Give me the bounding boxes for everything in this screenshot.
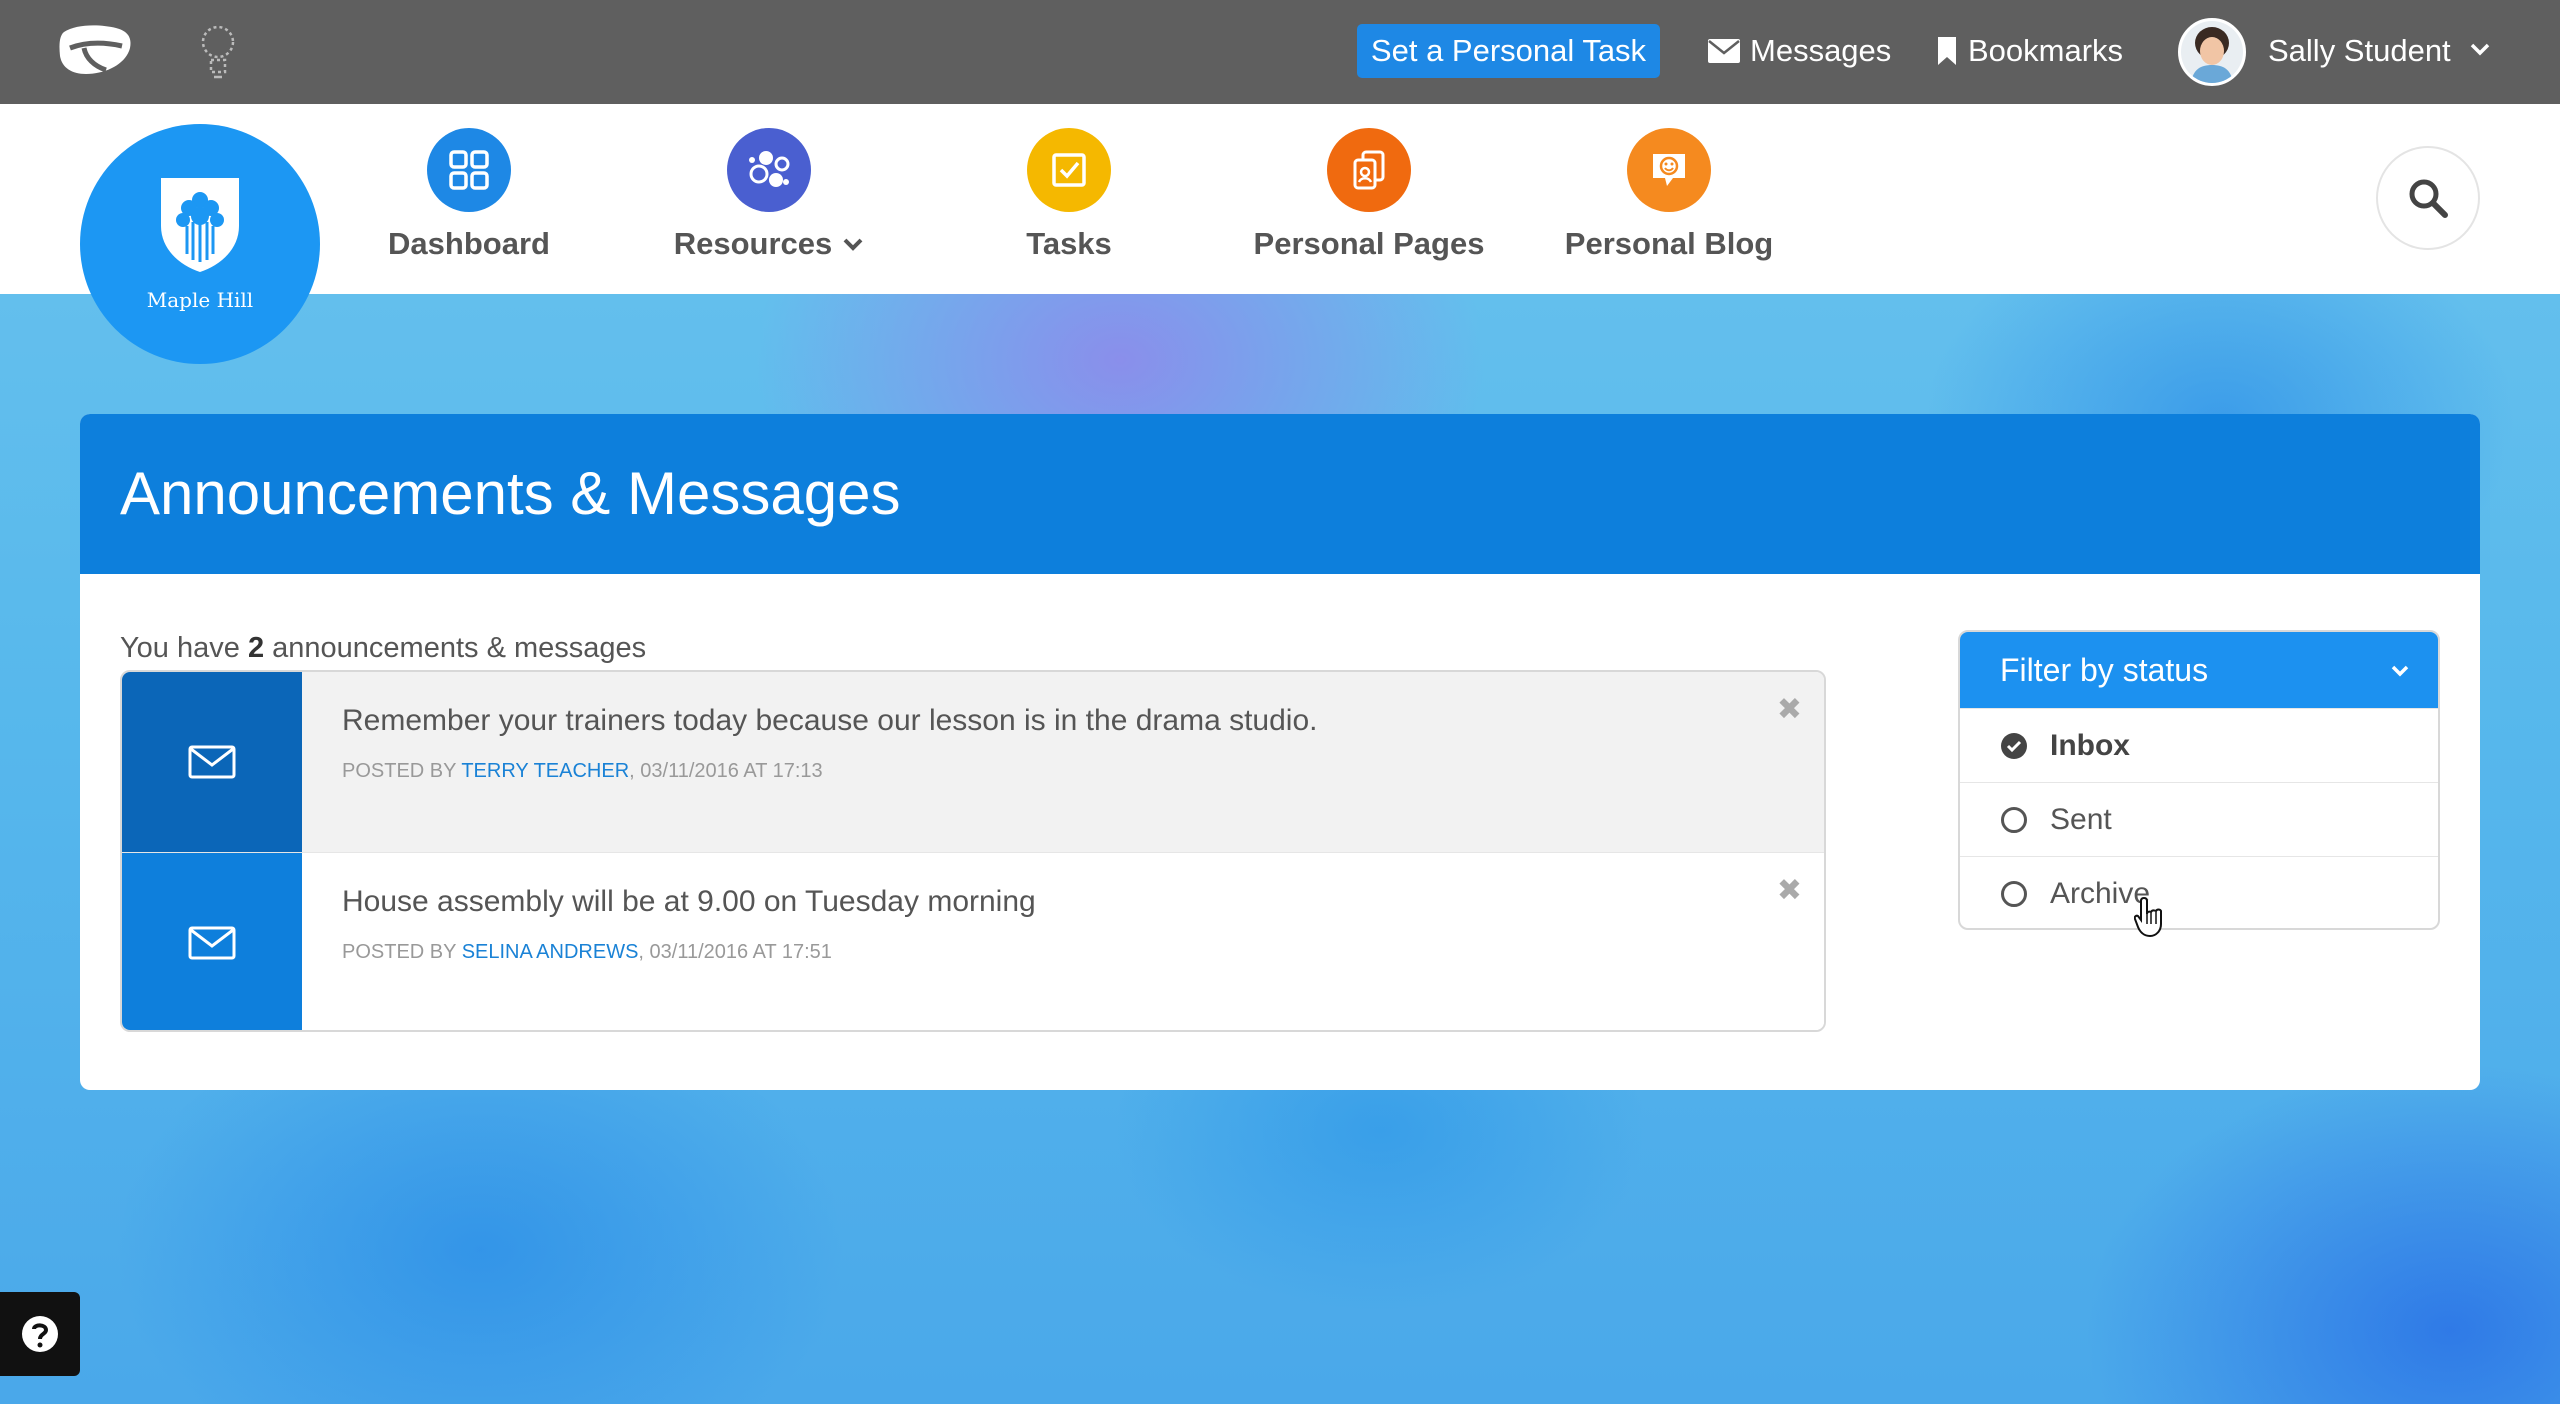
blog-icon: [1653, 154, 1685, 186]
filter-option-archive[interactable]: Archive: [1960, 856, 2438, 928]
bookmarks-label: Bookmarks: [1968, 33, 2124, 68]
nav-icon-circle: [1327, 128, 1411, 212]
nav-item-dashboard[interactable]: Dashboard: [319, 128, 619, 262]
nav-label: Personal Pages: [1253, 226, 1485, 261]
check-circle-icon: [2001, 732, 2027, 759]
set-personal-task-button[interactable]: Set a Personal Task: [1357, 24, 1660, 78]
chevron-down-icon: [843, 238, 863, 251]
filter-option-inbox[interactable]: Inbox: [1960, 708, 2438, 782]
messages-label: Messages: [1750, 33, 1892, 68]
message-date: , 03/11/2016 AT 17:51: [638, 941, 832, 963]
user-avatar-icon: [2181, 21, 2243, 83]
user-name[interactable]: Sally Student: [2268, 24, 2451, 78]
nav-item-tasks[interactable]: Tasks: [919, 128, 1219, 262]
nav-icon-circle: [427, 128, 511, 212]
envelope-icon: [1708, 39, 1740, 63]
chevron-down-icon[interactable]: [2470, 42, 2490, 56]
school-name: Maple Hill: [146, 288, 254, 312]
hand-cursor-icon: [2134, 896, 2162, 938]
avatar[interactable]: [2178, 18, 2246, 86]
nav-label: Tasks: [1026, 226, 1112, 261]
nav-label: Dashboard: [388, 226, 550, 261]
message-date: , 03/11/2016 AT 17:13: [629, 760, 823, 782]
message-icon-column: [122, 672, 302, 852]
nav-item-personal-blog[interactable]: Personal Blog: [1519, 128, 1819, 262]
pages-icon: [1353, 150, 1385, 190]
grid-icon: [449, 150, 489, 190]
message-list: Remember your trainers today because our…: [120, 670, 1826, 1032]
main-nav: Dashboard Resources Tasks Personal Pages…: [0, 104, 2560, 294]
list-item[interactable]: Remember your trainers today because our…: [122, 672, 1824, 852]
school-logo[interactable]: Maple Hill: [80, 124, 320, 364]
question-circle-icon: [22, 1316, 58, 1352]
message-title[interactable]: House assembly will be at 9.00 on Tuesda…: [342, 885, 1036, 919]
status-filter: Filter by status Inbox Sent Archive: [1958, 630, 2440, 930]
radio-empty-icon: [2001, 880, 2027, 907]
envelope-icon: [188, 926, 236, 959]
search-button[interactable]: [2376, 146, 2480, 250]
nav-icon-circle: [1627, 128, 1711, 212]
search-icon: [2409, 179, 2448, 218]
close-icon[interactable]: ✖: [1777, 692, 1802, 727]
message-meta: POSTED BY SELINA ANDREWS, 03/11/2016 AT …: [342, 941, 832, 964]
chevron-down-icon: [2391, 665, 2409, 677]
top-bar: Set a Personal Task Messages Bookmarks S…: [0, 0, 2560, 104]
checkbox-icon: [1052, 153, 1086, 187]
posted-by-label: POSTED BY: [342, 760, 457, 782]
bubbles-icon: [749, 151, 790, 187]
nav-icon-circle: [727, 128, 811, 212]
message-meta: POSTED BY TERRY TEACHER, 03/11/2016 AT 1…: [342, 760, 823, 783]
messages-link[interactable]: Messages: [1708, 24, 1891, 78]
message-title[interactable]: Remember your trainers today because our…: [342, 704, 1317, 738]
filter-option-sent[interactable]: Sent: [1960, 782, 2438, 856]
shield-tree-icon: [161, 178, 239, 272]
filter-dropdown-header[interactable]: Filter by status: [1960, 632, 2438, 708]
author-link[interactable]: TERRY TEACHER: [461, 760, 629, 782]
count-prefix: You have: [120, 632, 240, 664]
close-icon[interactable]: ✖: [1777, 873, 1802, 908]
lightbulb-icon[interactable]: [196, 20, 240, 82]
author-link[interactable]: SELINA ANDREWS: [462, 941, 639, 963]
posted-by-label: POSTED BY: [342, 941, 457, 963]
app-logo-icon[interactable]: [56, 22, 134, 78]
nav-item-resources[interactable]: Resources: [619, 128, 919, 262]
nav-label-text: Resources: [673, 226, 833, 261]
filter-option-label: Sent: [2050, 802, 2112, 836]
nav-label: Personal Blog: [1564, 226, 1774, 261]
announcements-card: Announcements & Messages You have 2 anno…: [80, 414, 2480, 1090]
count-suffix: announcements & messages: [272, 632, 647, 664]
message-icon-column: [122, 853, 302, 1030]
nav-icon-circle: [1027, 128, 1111, 212]
envelope-icon: [188, 745, 236, 779]
help-button[interactable]: [0, 1292, 80, 1376]
count-number: 2: [247, 632, 265, 664]
message-count: You have 2 announcements & messages: [120, 632, 646, 665]
nav-item-personal-pages[interactable]: Personal Pages: [1219, 128, 1519, 262]
bookmarks-link[interactable]: Bookmarks: [1936, 24, 2123, 78]
list-item[interactable]: House assembly will be at 9.00 on Tuesda…: [122, 852, 1824, 1030]
radio-empty-icon: [2001, 806, 2027, 833]
page-title: Announcements & Messages: [80, 414, 2480, 574]
filter-option-label: Inbox: [2050, 728, 2130, 762]
nav-label: Resources: [674, 226, 865, 262]
filter-heading: Filter by status: [2000, 652, 2209, 688]
bookmark-icon: [1938, 37, 1956, 65]
